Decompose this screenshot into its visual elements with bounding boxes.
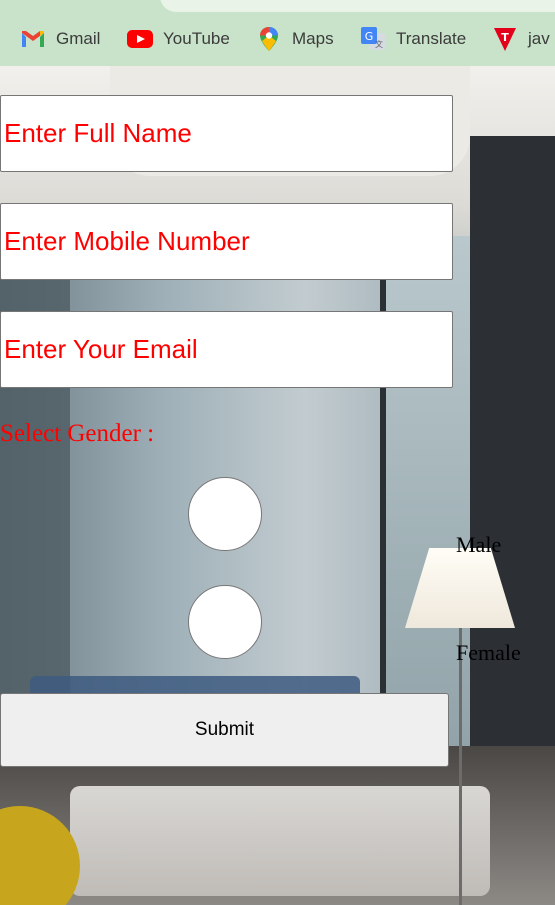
bookmark-label: Translate <box>396 29 467 48</box>
bookmark-gmail[interactable]: Gmail <box>20 24 100 54</box>
youtube-icon <box>127 26 153 52</box>
submit-button[interactable]: Submit <box>0 693 449 767</box>
svg-text:文: 文 <box>375 39 383 49</box>
female-label: Female <box>456 640 521 665</box>
full-name-input[interactable] <box>0 95 453 172</box>
background-image <box>0 66 555 905</box>
right-column <box>470 136 555 836</box>
bookmark-translate[interactable]: G 文 Translate <box>360 24 466 54</box>
bookmark-label: jav <box>528 29 550 48</box>
bookmark-label: YouTube <box>163 29 230 48</box>
bookmark-jav[interactable]: T jav <box>492 24 550 54</box>
bookmark-label: Gmail <box>56 29 101 48</box>
svg-text:G: G <box>365 30 374 43</box>
t-logo-icon: T <box>492 26 518 52</box>
gender-label: Select Gender : <box>0 420 155 447</box>
sofa <box>70 786 490 896</box>
gmail-icon <box>20 26 46 52</box>
male-radio[interactable] <box>188 477 262 551</box>
bookmarks-bar: Gmail YouTube Maps G 文 Translate T jav <box>0 0 555 66</box>
bookmark-maps[interactable]: Maps <box>256 24 334 54</box>
email-input[interactable] <box>0 311 453 388</box>
bookmark-youtube[interactable]: YouTube <box>127 24 230 54</box>
svg-text:T: T <box>501 31 509 44</box>
mobile-number-input[interactable] <box>0 203 453 280</box>
bookmark-label: Maps <box>292 29 334 48</box>
tab-strip-edge <box>160 0 555 12</box>
male-label: Male <box>456 532 502 557</box>
maps-icon <box>256 26 282 52</box>
translate-icon: G 文 <box>360 26 386 52</box>
female-radio[interactable] <box>188 585 262 659</box>
lamp-pole <box>459 626 462 905</box>
